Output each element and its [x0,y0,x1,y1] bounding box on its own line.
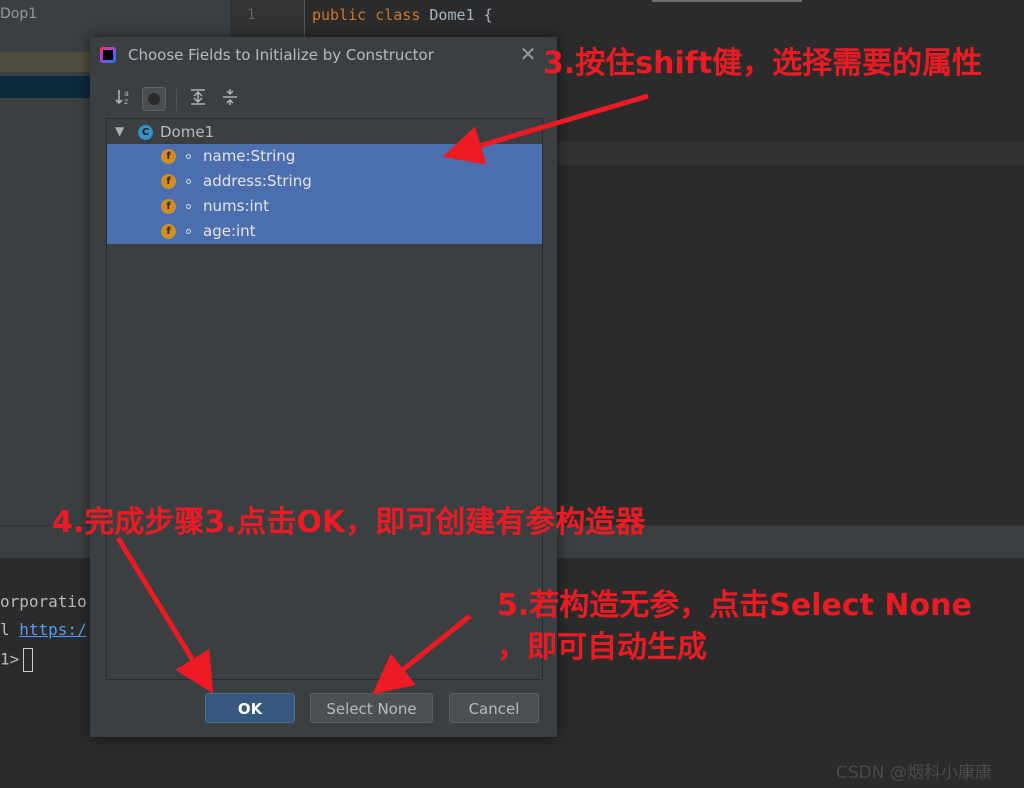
open-brace: { [483,6,493,24]
field-row-nums[interactable]: f nums:int [107,194,542,219]
keyword-class: class [375,6,421,24]
tree-root-label: Dome1 [160,123,215,141]
field-label: address:String [203,172,312,190]
terminal-link[interactable]: https:/ [19,620,86,639]
annotation-step4: 4.完成步骤3.点击OK，即可创建有参构造器 [52,505,646,540]
project-row-highlight [0,52,90,72]
fields-tree[interactable]: ▼ C Dome1 f name:String f address:String… [106,118,543,680]
show-classes-toggle-icon[interactable] [142,87,166,111]
field-row-name[interactable]: f name:String [107,144,542,169]
private-visibility-icon [186,179,191,184]
collapse-all-icon[interactable] [218,87,242,111]
line-number: 1 [247,7,256,23]
choose-fields-dialog: Choose Fields to Initialize by Construct… [90,37,557,737]
field-icon: f [161,199,176,214]
terminal-prompt-line: 1> [0,648,34,672]
close-icon[interactable]: ✕ [518,44,538,64]
expand-all-icon[interactable] [186,87,210,111]
field-label: age:int [203,222,256,240]
project-title: Dop1 [0,6,38,22]
field-icon: f [161,224,176,239]
terminal-line: l https:/ [0,620,87,639]
dialog-title: Choose Fields to Initialize by Construct… [128,46,434,64]
private-visibility-icon [186,204,191,209]
select-none-button[interactable]: Select None [310,693,433,723]
field-row-age[interactable]: f age:int [107,219,542,244]
terminal-text: l [0,620,20,639]
private-visibility-icon [186,229,191,234]
private-visibility-icon [186,154,191,159]
watermark: CSDN @烟科小康康 [836,763,992,783]
field-icon: f [161,149,176,164]
terminal-cursor [23,648,34,672]
sort-alphabetically-icon[interactable]: az [112,87,136,111]
class-icon: C [138,125,153,140]
project-row-selected [0,76,90,98]
class-name: Dome1 [429,6,475,24]
editor-tab-underline [652,0,802,2]
field-row-address[interactable]: f address:String [107,169,542,194]
intellij-logo-icon [100,47,116,63]
terminal-line: orporatio [0,592,87,611]
tree-root-node[interactable]: ▼ C Dome1 [107,121,542,145]
field-label: nums:int [203,197,270,215]
svg-text:z: z [124,97,128,106]
code-line[interactable]: public class Dome1 { [312,6,493,24]
keyword-public: public [312,6,367,24]
cancel-button[interactable]: Cancel [449,693,539,723]
annotation-step3: 3.按住shift健，选择需要的属性 [543,46,983,81]
field-label: name:String [203,147,296,165]
field-icon: f [161,174,176,189]
annotation-step5-line1: 5.若构造无参，点击Select None [497,588,972,623]
toolbar-separator [176,89,177,111]
ok-button[interactable]: OK [205,693,295,723]
annotation-step5-line2: ，即可自动生成 [497,630,707,665]
chevron-down-icon[interactable]: ▼ [115,124,124,138]
terminal-prompt: 1> [0,649,20,669]
